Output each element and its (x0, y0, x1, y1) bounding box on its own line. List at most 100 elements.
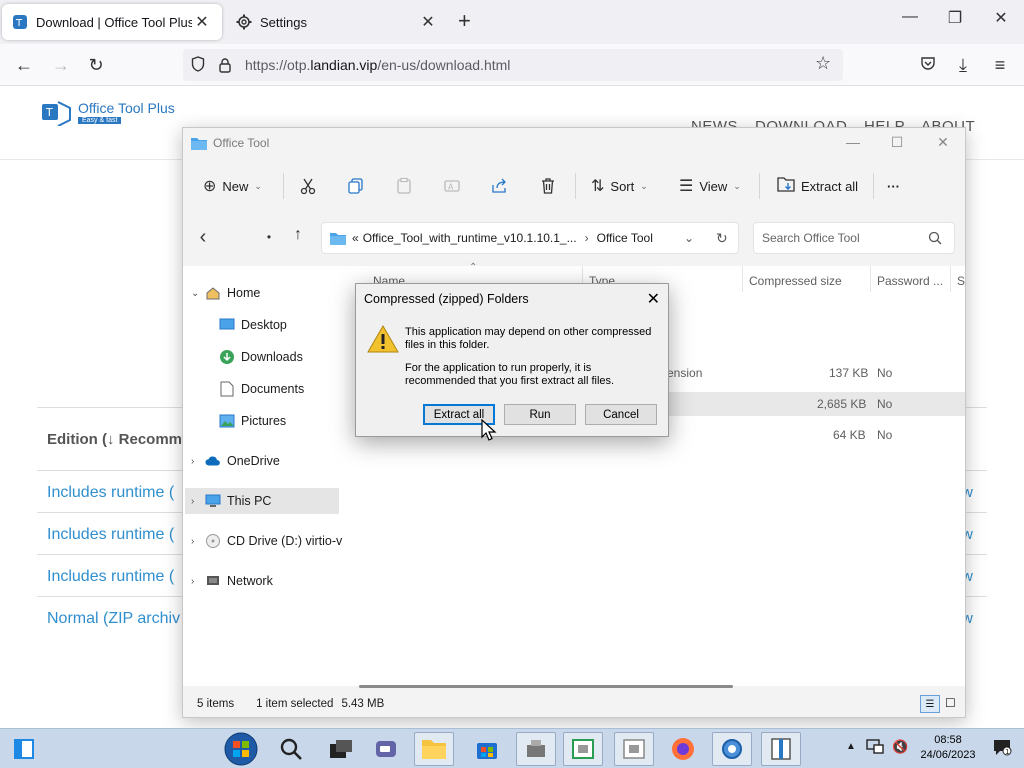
store-icon[interactable] (467, 732, 507, 766)
start-orb-icon[interactable] (221, 732, 261, 766)
tab-settings[interactable]: Settings ✕ (226, 4, 448, 40)
app-taskbar-icon[interactable] (516, 732, 556, 766)
minimize-icon[interactable]: — (841, 134, 865, 150)
copy-icon[interactable] (345, 175, 367, 197)
reload-icon[interactable]: ↻ (84, 54, 108, 76)
breadcrumb-separator: › (584, 231, 589, 245)
horizontal-scrollbar[interactable] (359, 685, 733, 688)
nav-item-documents[interactable]: Documents 📌 (219, 376, 373, 402)
new-tab-button[interactable]: + (458, 10, 471, 32)
task-view-icon[interactable] (321, 732, 361, 766)
column-header-password[interactable]: Password ... (877, 274, 943, 288)
tab-close-icon[interactable]: ✕ (418, 12, 438, 32)
details-view-icon[interactable]: ☰ (920, 695, 940, 713)
extract-all-button[interactable]: Extract all (777, 175, 858, 197)
close-window-icon[interactable]: ✕ (986, 8, 1016, 28)
settings-taskbar-icon[interactable] (712, 732, 752, 766)
tab-close-icon[interactable]: ✕ (192, 12, 212, 32)
download-link[interactable]: Includes runtime ( (47, 526, 174, 544)
rename-icon[interactable]: A (441, 175, 463, 197)
teams-chat-icon[interactable] (367, 732, 407, 766)
run-button[interactable]: Run (504, 404, 576, 425)
forward-arrow-icon[interactable]: → (49, 54, 73, 76)
sort-button[interactable]: ⇅ Sort ⌄ (591, 175, 648, 197)
download-link[interactable]: Includes runtime ( (47, 568, 174, 586)
back-arrow-icon[interactable]: ← (12, 54, 36, 76)
breadcrumb-segment[interactable]: Office_Tool_with_runtime_v10.1.10.1_... (363, 231, 577, 245)
cut-icon[interactable] (297, 175, 319, 197)
lock-icon (219, 57, 233, 73)
office-tool-taskbar-icon[interactable] (761, 732, 801, 766)
file-explorer-taskbar-icon[interactable] (414, 732, 454, 766)
minimize-icon[interactable]: — (895, 8, 925, 26)
network-tray-icon[interactable] (866, 737, 884, 758)
site-logo[interactable]: T Office Tool Plus Easy & fast (42, 100, 175, 127)
search-icon[interactable] (271, 732, 311, 766)
forward-dot-icon[interactable]: • (257, 226, 281, 248)
delete-icon[interactable] (537, 175, 559, 197)
breadcrumb-overflow[interactable]: « (352, 231, 359, 245)
tracking-shield-icon[interactable] (191, 56, 205, 75)
see-more-button[interactable]: ··· (887, 175, 900, 197)
search-box[interactable]: Search Office Tool (753, 222, 955, 254)
clock[interactable]: 08:58 24/06/2023 (918, 733, 978, 763)
plus-circle-icon: ⊕ (203, 178, 217, 195)
chevron-down-icon: ⌄ (733, 180, 741, 191)
column-divider[interactable] (742, 266, 743, 292)
dialog-message-2: For the application to run properly, it … (405, 362, 615, 387)
tray-overflow-icon[interactable]: ▲ (846, 741, 856, 752)
maximize-icon[interactable]: ☐ (885, 134, 909, 151)
up-arrow-icon[interactable]: ↑ (286, 224, 310, 246)
firefox-icon[interactable] (663, 732, 703, 766)
tiles-view-icon[interactable]: ☐ (945, 696, 956, 710)
installer-taskbar-icon-2[interactable] (614, 732, 654, 766)
chevron-right-icon: › (191, 535, 195, 547)
notifications-icon[interactable]: 1 (992, 737, 1012, 760)
refresh-icon[interactable]: ↻ (716, 230, 728, 247)
download-link[interactable]: Includes runtime ( (47, 484, 174, 502)
column-divider[interactable] (870, 266, 871, 292)
chevron-right-icon: › (191, 495, 195, 507)
cancel-button[interactable]: Cancel (585, 404, 657, 425)
nav-item-desktop[interactable]: Desktop 📌 (219, 312, 373, 338)
folder-icon (191, 137, 207, 150)
nav-item-cd-drive[interactable]: › CD Drive (D:) virtio-v (191, 528, 342, 554)
installer-taskbar-icon[interactable] (563, 732, 603, 766)
nav-item-network[interactable]: › Network (191, 568, 273, 594)
url-bar[interactable]: https://otp.landian.vip/en-us/download.h… (183, 49, 843, 81)
folder-icon (330, 232, 346, 245)
pocket-icon[interactable] (916, 54, 940, 76)
site-logo-name: Office Tool Plus (78, 100, 175, 116)
hamburger-menu-icon[interactable]: ≡ (988, 54, 1012, 76)
paste-icon[interactable] (393, 175, 415, 197)
bookmark-star-icon[interactable]: ☆ (815, 53, 831, 74)
edition-column-header: Edition (↓ Recomm (47, 431, 183, 448)
chevron-down-icon[interactable]: ⌄ (684, 231, 694, 245)
nav-item-this-pc[interactable]: › This PC (185, 488, 339, 514)
share-icon[interactable] (489, 175, 511, 197)
new-button[interactable]: ⊕ New ⌄ (203, 175, 262, 197)
tab-download[interactable]: T Download | Office Tool Plus We ✕ (2, 4, 222, 40)
volume-muted-icon[interactable]: 🔇 (892, 739, 908, 755)
nav-item-onedrive[interactable]: › OneDrive (191, 448, 280, 474)
nav-item-pictures[interactable]: Pictures 📌 (219, 408, 373, 434)
column-header-compressed-size[interactable]: Compressed size (749, 274, 842, 288)
close-icon[interactable]: ✕ (931, 134, 955, 151)
restore-icon[interactable]: ❐ (940, 8, 970, 28)
nav-item-home[interactable]: ⌄ Home (191, 280, 260, 306)
address-row: ‹ • ↑ « Office_Tool_with_runtime_v10.1.1… (183, 220, 965, 256)
address-bar[interactable]: « Office_Tool_with_runtime_v10.1.10.1_..… (321, 222, 739, 254)
dialog-close-icon[interactable]: ✕ (647, 289, 660, 309)
toolbar-separator (283, 173, 284, 199)
column-divider[interactable] (950, 266, 951, 292)
back-chevron-icon[interactable]: ‹ (191, 226, 215, 248)
clock-date: 24/06/2023 (920, 749, 976, 761)
home-icon (205, 285, 221, 301)
column-header-size[interactable]: Si (957, 274, 965, 288)
breadcrumb-current[interactable]: Office Tool (597, 231, 653, 245)
show-desktop-icon[interactable] (2, 732, 46, 766)
download-link[interactable]: Normal (ZIP archiv (47, 610, 180, 628)
nav-item-downloads[interactable]: Downloads 📌 (219, 344, 373, 370)
downloads-icon[interactable]: ⤓ (951, 54, 975, 76)
view-button[interactable]: ☰ View ⌄ (679, 175, 741, 197)
